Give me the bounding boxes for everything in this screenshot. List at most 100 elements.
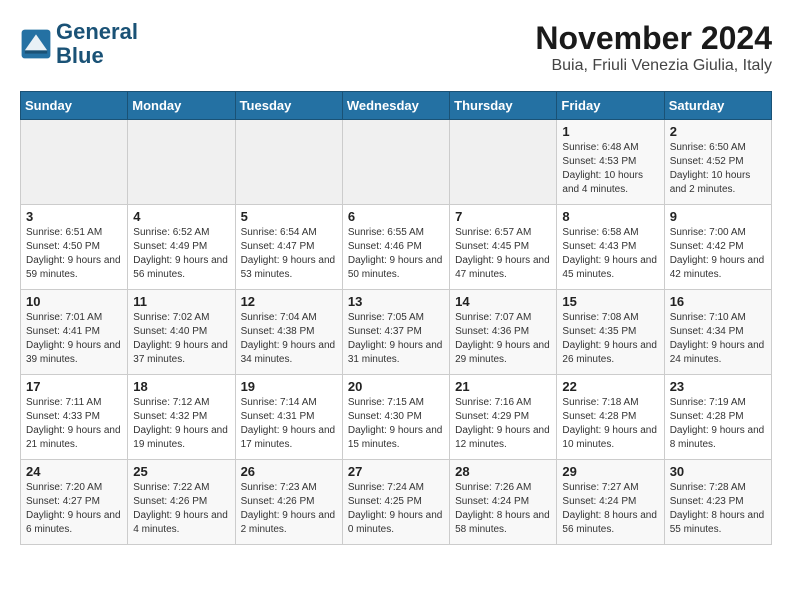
day-number: 5 (241, 209, 337, 224)
day-number: 11 (133, 294, 229, 309)
day-number: 30 (670, 464, 766, 479)
calendar-cell: 19 Sunrise: 7:14 AM Sunset: 4:31 PM Dayli… (235, 375, 342, 460)
day-number: 13 (348, 294, 444, 309)
calendar-cell: 22 Sunrise: 7:18 AM Sunset: 4:28 PM Dayli… (557, 375, 664, 460)
calendar-header: SundayMondayTuesdayWednesdayThursdayFrid… (21, 92, 772, 120)
logo-icon (20, 28, 52, 60)
calendar-cell: 23Sunrise: 7:19 AM Sunset: 4:28 PM Dayli… (664, 375, 771, 460)
calendar-cell: 9Sunrise: 7:00 AM Sunset: 4:42 PM Daylig… (664, 205, 771, 290)
calendar-cell (450, 120, 557, 205)
calendar-cell: 6Sunrise: 6:55 AM Sunset: 4:46 PM Daylig… (342, 205, 449, 290)
day-info: Sunrise: 7:00 AM Sunset: 4:42 PM Dayligh… (670, 226, 766, 282)
day-info: Sunrise: 6:48 AM Sunset: 4:53 PM Dayligh… (562, 141, 658, 197)
day-info: Sunrise: 7:22 AM Sunset: 4:26 PM Dayligh… (133, 481, 229, 537)
day-info: Sunrise: 7:23 AM Sunset: 4:26 PM Dayligh… (241, 481, 337, 537)
day-number: 2 (670, 124, 766, 139)
day-number: 21 (455, 379, 551, 394)
calendar-cell (21, 120, 128, 205)
day-info: Sunrise: 7:14 AM Sunset: 4:31 PM Dayligh… (241, 396, 337, 452)
day-info: Sunrise: 7:08 AM Sunset: 4:35 PM Dayligh… (562, 311, 658, 367)
day-number: 12 (241, 294, 337, 309)
title-block: November 2024 Buia, Friuli Venezia Giuli… (535, 20, 772, 75)
day-info: Sunrise: 7:10 AM Sunset: 4:34 PM Dayligh… (670, 311, 766, 367)
day-number: 23 (670, 379, 766, 394)
calendar-cell: 21Sunrise: 7:16 AM Sunset: 4:29 PM Dayli… (450, 375, 557, 460)
day-number: 18 (133, 379, 229, 394)
calendar-row-1: 3 Sunrise: 6:51 AM Sunset: 4:50 PM Daylig… (21, 205, 772, 290)
calendar-cell: 15Sunrise: 7:08 AM Sunset: 4:35 PM Dayli… (557, 290, 664, 375)
calendar-cell (342, 120, 449, 205)
calendar-cell: 3 Sunrise: 6:51 AM Sunset: 4:50 PM Daylig… (21, 205, 128, 290)
day-number: 22 (562, 379, 658, 394)
day-info: Sunrise: 7:01 AM Sunset: 4:41 PM Dayligh… (26, 311, 122, 367)
header-friday: Friday (557, 92, 664, 120)
day-info: Sunrise: 6:57 AM Sunset: 4:45 PM Dayligh… (455, 226, 551, 282)
day-number: 27 (348, 464, 444, 479)
day-number: 28 (455, 464, 551, 479)
calendar-cell: 20Sunrise: 7:15 AM Sunset: 4:30 PM Dayli… (342, 375, 449, 460)
calendar-cell: 28 Sunrise: 7:26 AM Sunset: 4:24 PM Dayli… (450, 460, 557, 545)
day-info: Sunrise: 7:24 AM Sunset: 4:25 PM Dayligh… (348, 481, 444, 537)
day-info: Sunrise: 6:58 AM Sunset: 4:43 PM Dayligh… (562, 226, 658, 282)
day-info: Sunrise: 7:26 AM Sunset: 4:24 PM Dayligh… (455, 481, 551, 537)
calendar-row-3: 17Sunrise: 7:11 AM Sunset: 4:33 PM Dayli… (21, 375, 772, 460)
day-number: 14 (455, 294, 551, 309)
calendar-row-2: 10 Sunrise: 7:01 AM Sunset: 4:41 PM Dayli… (21, 290, 772, 375)
calendar-cell: 13Sunrise: 7:05 AM Sunset: 4:37 PM Dayli… (342, 290, 449, 375)
calendar-cell: 12 Sunrise: 7:04 AM Sunset: 4:38 PM Dayli… (235, 290, 342, 375)
calendar-subtitle: Buia, Friuli Venezia Giulia, Italy (535, 57, 772, 75)
logo-line2: Blue (56, 44, 138, 68)
day-number: 20 (348, 379, 444, 394)
day-number: 16 (670, 294, 766, 309)
day-number: 17 (26, 379, 122, 394)
calendar-table: SundayMondayTuesdayWednesdayThursdayFrid… (20, 91, 772, 545)
calendar-cell: 4 Sunrise: 6:52 AM Sunset: 4:49 PM Daylig… (128, 205, 235, 290)
calendar-cell: 11Sunrise: 7:02 AM Sunset: 4:40 PM Dayli… (128, 290, 235, 375)
day-info: Sunrise: 7:04 AM Sunset: 4:38 PM Dayligh… (241, 311, 337, 367)
header-tuesday: Tuesday (235, 92, 342, 120)
day-number: 24 (26, 464, 122, 479)
logo: General Blue (20, 20, 138, 68)
day-number: 29 (562, 464, 658, 479)
calendar-cell: 8Sunrise: 6:58 AM Sunset: 4:43 PM Daylig… (557, 205, 664, 290)
calendar-cell: 29 Sunrise: 7:27 AM Sunset: 4:24 PM Dayli… (557, 460, 664, 545)
day-info: Sunrise: 7:07 AM Sunset: 4:36 PM Dayligh… (455, 311, 551, 367)
header-saturday: Saturday (664, 92, 771, 120)
calendar-cell: 16 Sunrise: 7:10 AM Sunset: 4:34 PM Dayli… (664, 290, 771, 375)
calendar-cell: 7 Sunrise: 6:57 AM Sunset: 4:45 PM Daylig… (450, 205, 557, 290)
day-info: Sunrise: 7:28 AM Sunset: 4:23 PM Dayligh… (670, 481, 766, 537)
calendar-cell: 17Sunrise: 7:11 AM Sunset: 4:33 PM Dayli… (21, 375, 128, 460)
day-info: Sunrise: 6:50 AM Sunset: 4:52 PM Dayligh… (670, 141, 766, 197)
header-sunday: Sunday (21, 92, 128, 120)
day-info: Sunrise: 7:27 AM Sunset: 4:24 PM Dayligh… (562, 481, 658, 537)
calendar-cell: 18Sunrise: 7:12 AM Sunset: 4:32 PM Dayli… (128, 375, 235, 460)
header-thursday: Thursday (450, 92, 557, 120)
calendar-cell (128, 120, 235, 205)
day-number: 7 (455, 209, 551, 224)
day-info: Sunrise: 6:55 AM Sunset: 4:46 PM Dayligh… (348, 226, 444, 282)
calendar-cell: 5 Sunrise: 6:54 AM Sunset: 4:47 PM Daylig… (235, 205, 342, 290)
calendar-row-0: 1 Sunrise: 6:48 AM Sunset: 4:53 PM Daylig… (21, 120, 772, 205)
calendar-row-4: 24 Sunrise: 7:20 AM Sunset: 4:27 PM Dayli… (21, 460, 772, 545)
day-number: 3 (26, 209, 122, 224)
calendar-cell: 10 Sunrise: 7:01 AM Sunset: 4:41 PM Dayli… (21, 290, 128, 375)
calendar-title: November 2024 (535, 20, 772, 57)
day-number: 25 (133, 464, 229, 479)
day-number: 19 (241, 379, 337, 394)
day-info: Sunrise: 6:54 AM Sunset: 4:47 PM Dayligh… (241, 226, 337, 282)
day-info: Sunrise: 7:20 AM Sunset: 4:27 PM Dayligh… (26, 481, 122, 537)
day-info: Sunrise: 7:18 AM Sunset: 4:28 PM Dayligh… (562, 396, 658, 452)
day-number: 1 (562, 124, 658, 139)
day-info: Sunrise: 6:51 AM Sunset: 4:50 PM Dayligh… (26, 226, 122, 282)
calendar-cell: 24 Sunrise: 7:20 AM Sunset: 4:27 PM Dayli… (21, 460, 128, 545)
calendar-cell: 2 Sunrise: 6:50 AM Sunset: 4:52 PM Daylig… (664, 120, 771, 205)
logo-line1: General (56, 20, 138, 44)
day-number: 10 (26, 294, 122, 309)
day-number: 4 (133, 209, 229, 224)
day-number: 26 (241, 464, 337, 479)
calendar-body: 1 Sunrise: 6:48 AM Sunset: 4:53 PM Daylig… (21, 120, 772, 545)
calendar-cell: 26 Sunrise: 7:23 AM Sunset: 4:26 PM Dayli… (235, 460, 342, 545)
calendar-cell (235, 120, 342, 205)
day-info: Sunrise: 6:52 AM Sunset: 4:49 PM Dayligh… (133, 226, 229, 282)
logo-text: General Blue (56, 20, 138, 68)
